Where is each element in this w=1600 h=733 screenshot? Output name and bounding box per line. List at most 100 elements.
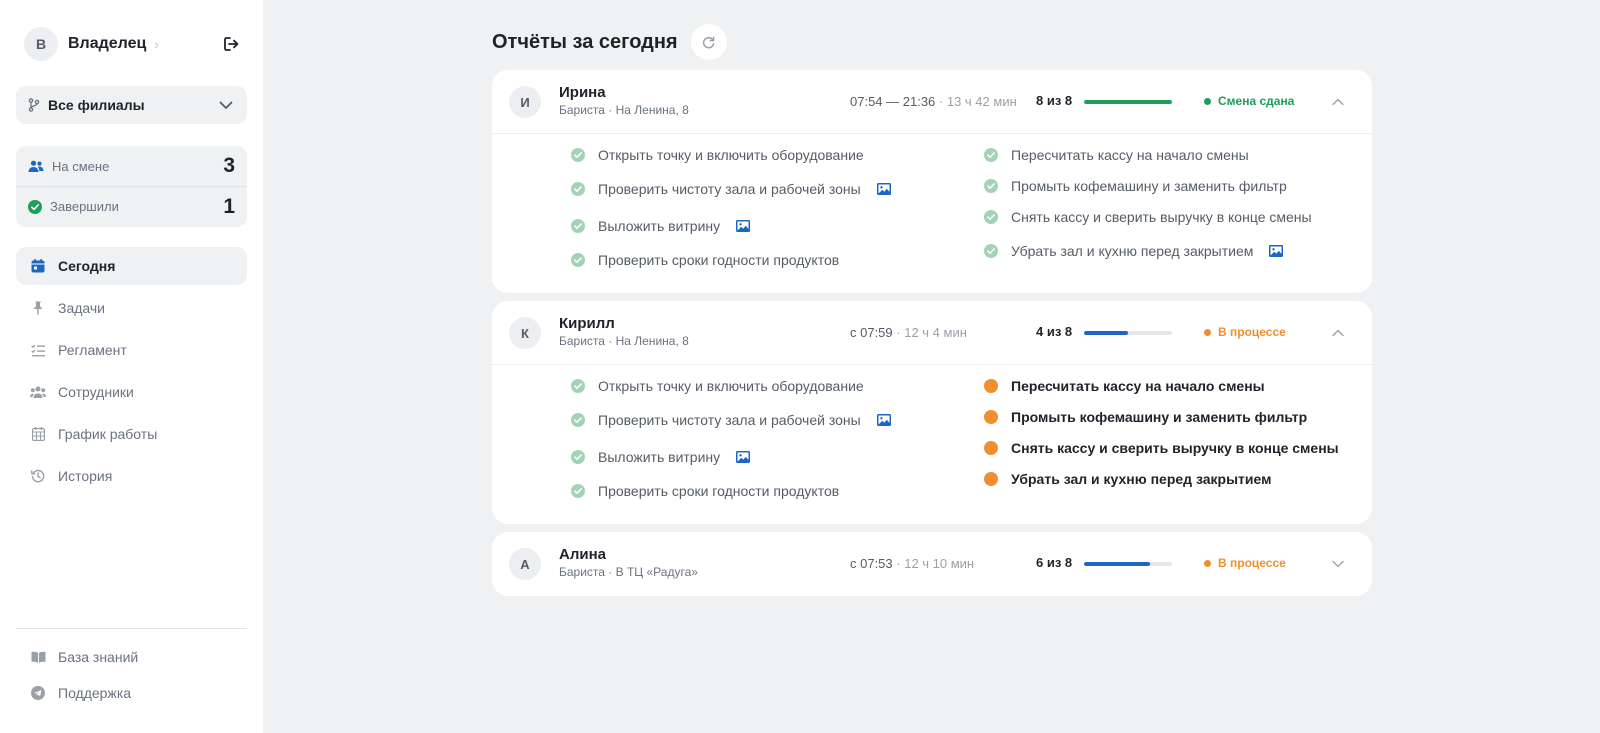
calendar-icon (30, 258, 46, 274)
chevron-up-icon[interactable] (1330, 94, 1346, 110)
nav-item-rules[interactable]: Регламент (16, 331, 247, 369)
photo-icon[interactable] (876, 414, 891, 426)
check-circle-icon (571, 148, 585, 162)
nav-label: Задачи (58, 300, 106, 316)
status-badge: Смена сдана (1204, 94, 1294, 108)
shift-time: с 07:53 · 12 ч 10 мин (850, 556, 974, 571)
send-icon (30, 685, 46, 701)
progress-text: 8 из 8 (1036, 93, 1073, 108)
task-label: Пересчитать кассу на начало смены (1011, 378, 1265, 394)
photo-icon[interactable] (736, 220, 751, 232)
page-header: Отчёты за сегодня (492, 24, 727, 60)
progress-fill (1084, 562, 1150, 566)
task-item: Открыть точку и включить оборудование (571, 147, 864, 163)
secondary-nav: База знаний Поддержка (16, 639, 247, 711)
main-nav: Сегодня Задачи Регламент Сотрудники Граф… (16, 247, 247, 499)
stat-on-shift: На смене 3 (16, 146, 247, 186)
check-circle-icon (571, 182, 585, 196)
task-item: Проверить сроки годности продуктов (571, 252, 839, 268)
shift-time: с 07:59 · 12 ч 4 мин (850, 325, 967, 340)
stat-value: 1 (223, 194, 235, 218)
task-label: Проверить чистоту зала и рабочей зоны (598, 412, 861, 428)
status-dot (1204, 559, 1211, 567)
users-icon (28, 160, 44, 173)
nav-label: Регламент (58, 342, 127, 358)
nav-item-today[interactable]: Сегодня (16, 247, 247, 285)
nav-item-tasks[interactable]: Задачи (16, 289, 247, 327)
status-label: В процессе (1218, 556, 1286, 570)
nav-item-employees[interactable]: Сотрудники (16, 373, 247, 411)
chevron-down-icon[interactable] (1330, 556, 1346, 572)
report-card-header[interactable]: А Алина Бариста · В ТЦ «Радуга» с 07:53 … (492, 532, 1372, 596)
user-profile[interactable]: В Владелец › (24, 27, 239, 61)
photo-icon[interactable] (736, 451, 751, 463)
progress-fill (1084, 100, 1172, 104)
branch-select[interactable]: Все филиалы (16, 86, 247, 124)
status-dot (1204, 328, 1211, 336)
checklist-icon (30, 342, 46, 358)
shift-duration: · 13 ч 42 мин (935, 94, 1017, 109)
report-card-header[interactable]: И Ирина Бариста · На Ленина, 8 07:54 — 2… (492, 70, 1372, 134)
report-card-header[interactable]: К Кирилл Бариста · На Ленина, 8 с 07:59 … (492, 301, 1372, 365)
status-label: В процессе (1218, 325, 1286, 339)
nav-label: Поддержка (58, 685, 132, 701)
photo-icon[interactable] (1269, 245, 1284, 257)
status-dot (1204, 97, 1211, 105)
task-item: Пересчитать кассу на начало смены (984, 378, 1265, 394)
employee-name: Алина (559, 546, 606, 563)
nav-label: Сегодня (58, 258, 116, 274)
employee-role: Бариста · В ТЦ «Радуга» (559, 565, 698, 579)
sidebar: В Владелец › Все филиалы На смене 3 Заве… (0, 0, 263, 733)
task-label: Промыть кофемашину и заменить фильтр (1011, 178, 1287, 194)
branch-icon (28, 98, 40, 112)
refresh-button[interactable] (690, 24, 727, 60)
task-label: Снять кассу и сверить выручку в конце см… (1011, 209, 1312, 225)
task-item: Снять кассу и сверить выручку в конце см… (984, 209, 1312, 225)
check-circle-icon (571, 379, 585, 393)
task-label: Выложить витрину (598, 218, 721, 234)
status-badge: В процессе (1204, 325, 1286, 339)
page-title: Отчёты за сегодня (492, 30, 678, 53)
stat-value: 3 (223, 154, 235, 177)
logout-icon[interactable] (223, 36, 239, 52)
task-item: Промыть кофемашину и заменить фильтр (984, 409, 1307, 425)
task-item: Проверить чистоту зала и рабочей зоны (571, 412, 891, 428)
shift-stats: На смене 3 Завершили 1 (16, 146, 247, 227)
avatar: А (509, 548, 541, 580)
nav-item-history[interactable]: История (16, 457, 247, 495)
avatar: В (24, 27, 58, 61)
progress-bar (1084, 562, 1172, 566)
check-circle-icon (571, 450, 585, 464)
progress-fill (1084, 331, 1128, 335)
stat-finished: Завершили 1 (16, 186, 247, 226)
divider (16, 628, 247, 629)
check-circle-icon (984, 148, 998, 162)
nav-item-support[interactable]: Поддержка (16, 675, 247, 711)
task-label: Убрать зал и кухню перед закрытием (1011, 243, 1254, 259)
nav-label: Сотрудники (58, 384, 134, 400)
task-item: Убрать зал и кухню перед закрытием (984, 243, 1284, 259)
employee-name: Кирилл (559, 315, 615, 332)
branch-label: Все филиалы (48, 97, 145, 113)
shift-time: 07:54 — 21:36 · 13 ч 42 мин (850, 94, 1017, 109)
employee-info: Кирилл Бариста · На Ленина, 8 (559, 315, 689, 350)
user-name[interactable]: Владелец (68, 35, 146, 53)
check-circle-icon (571, 253, 585, 267)
task-item: Проверить сроки годности продуктов (571, 483, 839, 499)
task-label: Убрать зал и кухню перед закрытием (1011, 471, 1272, 487)
check-circle-icon (571, 219, 585, 233)
nav-item-schedule[interactable]: График работы (16, 415, 247, 453)
nav-item-knowledge-base[interactable]: База знаний (16, 639, 247, 675)
task-label: Открыть точку и включить оборудование (598, 378, 864, 394)
photo-icon[interactable] (876, 183, 891, 195)
chevron-right-icon: › (154, 36, 159, 52)
task-label: Проверить сроки годности продуктов (598, 252, 840, 268)
task-label: Открыть точку и включить оборудование (598, 147, 864, 163)
task-item: Промыть кофемашину и заменить фильтр (984, 178, 1287, 194)
task-item: Убрать зал и кухню перед закрытием (984, 471, 1271, 487)
report-card: К Кирилл Бариста · На Ленина, 8 с 07:59 … (492, 301, 1372, 524)
chevron-up-icon[interactable] (1330, 325, 1346, 341)
check-circle-icon (28, 199, 42, 214)
check-circle-icon (571, 484, 585, 498)
check-circle-icon (984, 244, 998, 258)
